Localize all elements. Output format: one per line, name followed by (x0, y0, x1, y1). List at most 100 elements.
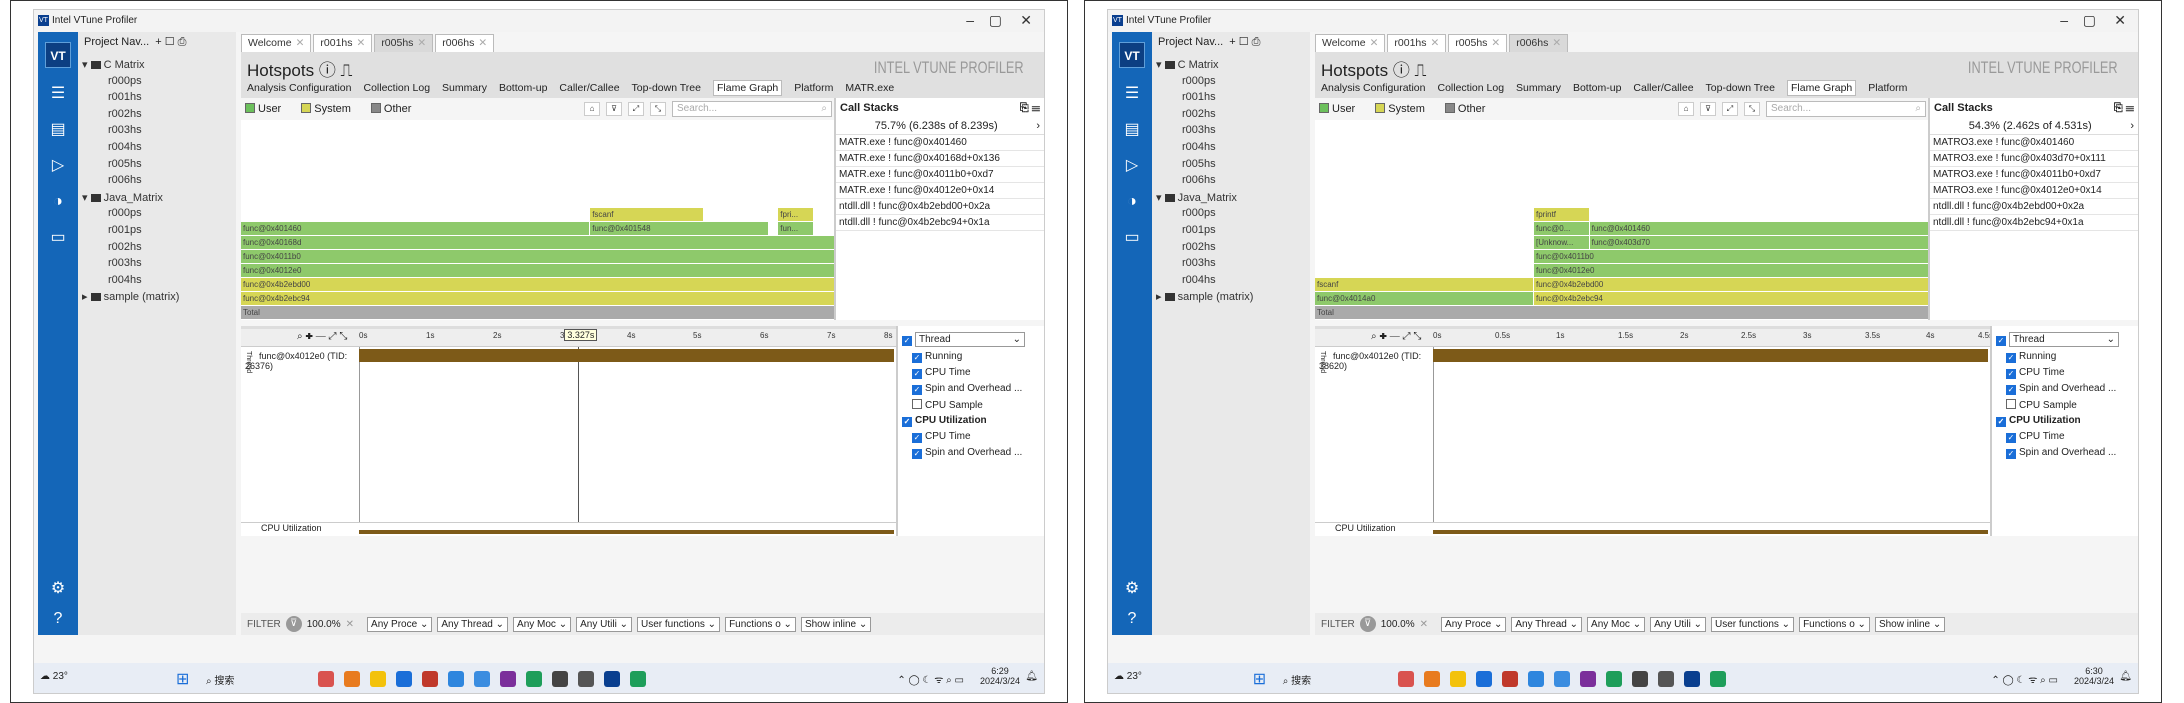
timeline-legend-item[interactable]: CPU Sample (902, 397, 1040, 413)
result-item[interactable]: r006hs (1182, 174, 1216, 186)
stack-frame-row[interactable]: MATRO3.exe ! func@0x401460 (1930, 135, 2138, 151)
stack-frame-row[interactable]: MATRO3.exe ! func@0x403d70+0x111 (1930, 151, 2138, 167)
result-item[interactable]: r001hs (108, 91, 142, 103)
filter-select[interactable]: User functions ⌄ (636, 616, 721, 632)
timeline-legend-item[interactable]: ✓ CPU Time (902, 365, 1040, 381)
taskbar-search[interactable]: ⌕ 搜索 (1283, 672, 1311, 687)
viewpoint-tab[interactable]: Flame Graph (1787, 80, 1857, 96)
result-item[interactable]: r000ps (1182, 75, 1216, 87)
result-item[interactable]: r004hs (1182, 141, 1216, 153)
project-folder[interactable]: ▾ Java_Matrix (82, 191, 163, 204)
clock[interactable]: 6:29 2024/3/24 (980, 666, 1020, 686)
filter-select[interactable]: Functions o ⌄ (1799, 616, 1870, 632)
flame-frame[interactable]: fscanf (1315, 278, 1534, 291)
viewpoint-tab[interactable]: Top-down Tree (1706, 82, 1775, 96)
project-nav-actions[interactable]: + ☐ ⎙ (1229, 35, 1260, 49)
result-item[interactable]: r000ps (108, 207, 142, 219)
flame-frame[interactable]: fscanf (590, 208, 704, 221)
flame-frame[interactable]: fun... (778, 222, 815, 235)
filter-select[interactable]: User functions ⌄ (1710, 616, 1795, 632)
flame-frame[interactable]: fprintf (1534, 208, 1590, 221)
project-folder[interactable]: ▸ sample (matrix) (1156, 290, 1253, 303)
flame-frame[interactable]: func@0... (1534, 222, 1590, 235)
help-icon[interactable]: ? (48, 609, 68, 629)
stack-frame-row[interactable]: MATR.exe ! func@0x4011b0+0xd7 (836, 167, 1044, 183)
zoom-out-icon[interactable]: ⤡ (650, 102, 666, 116)
run-icon[interactable]: ▷ (48, 156, 68, 176)
flame-frame[interactable]: func@0x4011b0 (1534, 250, 1932, 263)
time-cursor-line[interactable] (578, 347, 580, 522)
system-tray[interactable]: ⌃ ◯ ☾ ᯤ ⌕ ▭ (897, 672, 964, 686)
flame-frame[interactable]: func@0x4012e0 (241, 264, 838, 277)
close-tab-icon[interactable]: ✕ (1370, 37, 1379, 49)
taskbar-app-icon[interactable] (447, 671, 464, 687)
flame-frame[interactable]: func@0x4011b0 (241, 250, 838, 263)
project-nav-actions[interactable]: + ☐ ⎙ (155, 35, 186, 49)
taskbar-app-icon[interactable] (577, 671, 594, 687)
timeline-zoom-icons[interactable]: ⌕ ✚ ━ ⤢ ⤡ (297, 331, 347, 342)
taskbar-app-icon[interactable] (395, 671, 412, 687)
next-stack-icon[interactable]: › (2130, 120, 2134, 132)
close-tab-icon[interactable]: ✕ (357, 37, 366, 49)
flame-frame[interactable]: func@0x401460 (1589, 222, 1932, 235)
cpu-util-legend-item[interactable]: ✓ CPU Time (902, 429, 1040, 445)
flame-frame[interactable]: func@0x403d70 (1589, 236, 1932, 249)
stack-frame-row[interactable]: ntdll.dll ! func@0x4b2ebc94+0x1a (836, 215, 1044, 231)
filter-select[interactable]: Any Proce ⌄ (367, 616, 433, 632)
taskbar-app-icon[interactable] (1605, 671, 1622, 687)
result-item[interactable]: r003hs (108, 124, 142, 136)
taskbar-app-icon[interactable] (551, 671, 568, 687)
taskbar-app-icon[interactable] (603, 671, 620, 687)
cpu-util-legend-item[interactable]: ✓ Spin and Overhead ... (1996, 445, 2134, 461)
stack-frame-row[interactable]: ntdll.dll ! func@0x4b2ebc94+0x1a (1930, 215, 2138, 231)
viewpoint-tab[interactable]: Bottom-up (499, 82, 547, 96)
close-tab-icon[interactable]: ✕ (1431, 37, 1440, 49)
flame-frame[interactable]: Total (1315, 306, 1932, 319)
filter-funnel-icon[interactable]: ⊽ (1359, 616, 1376, 632)
flame-search-input[interactable]: Search... ⌕ (672, 101, 832, 117)
timeline-legend-item[interactable]: ✓ Spin and Overhead ... (1996, 381, 2134, 397)
result-item[interactable]: r004hs (108, 141, 142, 153)
result-tab[interactable]: r005hs ✕ (1448, 34, 1508, 52)
taskbar-app-icon[interactable] (629, 671, 646, 687)
result-item[interactable]: r006hs (108, 174, 142, 186)
result-tab[interactable]: r001hs ✕ (313, 34, 373, 52)
filter-select[interactable]: Any Thread ⌄ (1511, 616, 1583, 632)
minimize-button[interactable]: – (966, 12, 974, 28)
flame-frame[interactable]: func@0x4014a0 (1315, 292, 1534, 305)
start-button[interactable]: ⊞ (1253, 669, 1266, 689)
cpu-util-legend[interactable]: ✓ CPU Utilization (902, 413, 1040, 429)
filter-select[interactable]: Show inline ⌄ (800, 616, 872, 632)
filter-select[interactable]: Any Moc ⌄ (1587, 616, 1646, 632)
taskbar-app-icon[interactable] (1579, 671, 1596, 687)
viewpoint-tab[interactable]: Top-down Tree (632, 82, 701, 96)
start-button[interactable]: ⊞ (176, 669, 189, 689)
taskbar-app-icon[interactable] (473, 671, 490, 687)
viewpoint-tab[interactable]: Collection Log (363, 82, 430, 96)
result-item[interactable]: r002hs (108, 241, 142, 253)
timeline-legend-item[interactable]: ✓ Running (1996, 349, 2134, 365)
result-item[interactable]: r004hs (108, 274, 142, 286)
taskbar-app-icon[interactable] (1683, 671, 1700, 687)
stack-frame-row[interactable]: MATR.exe ! func@0x4012e0+0x14 (836, 183, 1044, 199)
result-item[interactable]: r005hs (1182, 158, 1216, 170)
notification-icon[interactable]: 🔔︎ (2119, 671, 2132, 682)
clear-filter-icon[interactable]: ✕ (346, 619, 354, 630)
taskbar-app-icon[interactable] (525, 671, 542, 687)
close-tab-icon[interactable]: ✕ (1552, 37, 1561, 49)
zoom-in-icon[interactable]: ⤢ (628, 102, 644, 116)
stack-frame-row[interactable]: MATRO3.exe ! func@0x4012e0+0x14 (1930, 183, 2138, 199)
close-button[interactable]: ✕ (2114, 12, 2126, 29)
taskbar-app-icon[interactable] (499, 671, 516, 687)
taskbar-search[interactable]: ⌕ 搜索 (206, 672, 234, 687)
result-tab[interactable]: r006hs ✕ (435, 34, 495, 52)
result-item[interactable]: r002hs (1182, 241, 1216, 253)
taskbar-app-icon[interactable] (1423, 671, 1440, 687)
stack-frame-row[interactable]: MATR.exe ! func@0x40168d+0x136 (836, 151, 1044, 167)
result-tab[interactable]: Welcome ✕ (1315, 34, 1386, 52)
copy-icon[interactable]: ⎘ ☰ (2114, 102, 2134, 115)
timeline-legend-item[interactable]: ✓ Running (902, 349, 1040, 365)
flame-frame[interactable]: func@0x4012e0 (1534, 264, 1932, 277)
compare-icon[interactable]: ◑ (1122, 192, 1142, 212)
open-folder-icon[interactable]: ▭ (1122, 228, 1142, 248)
